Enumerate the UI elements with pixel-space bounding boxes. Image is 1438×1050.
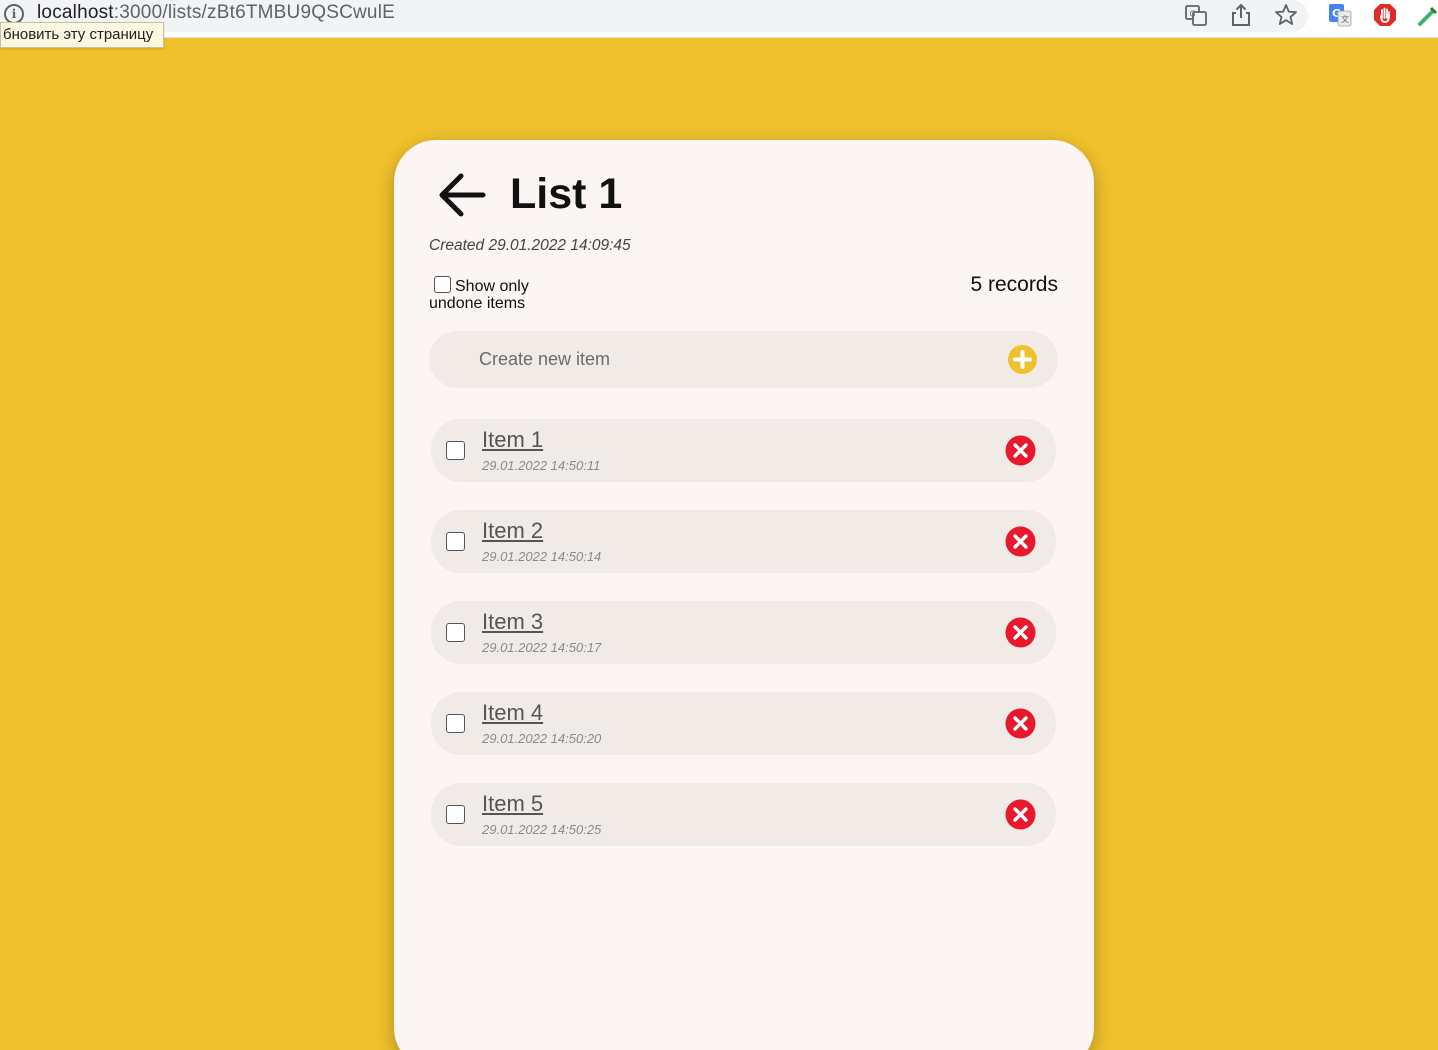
address-bar[interactable]: i localhost:3000/lists/zBt6TMBU9QSCwulE … xyxy=(0,0,1308,32)
site-info-icon[interactable]: i xyxy=(4,4,24,24)
google-translate-extension-icon[interactable]: G 文 xyxy=(1327,2,1353,28)
item-name-link[interactable]: Item 1 xyxy=(482,427,543,453)
item-date: 29.01.2022 14:50:11 xyxy=(482,458,601,473)
list-item: Item 1 29.01.2022 14:50:11 xyxy=(431,419,1056,482)
item-done-checkbox[interactable] xyxy=(446,714,465,733)
list-item: Item 3 29.01.2022 14:50:17 xyxy=(431,601,1056,664)
reload-tooltip: бновить эту страницу xyxy=(0,22,165,48)
item-date: 29.01.2022 14:50:14 xyxy=(482,549,602,564)
list-card: List 1 Created 29.01.2022 14:09:45 Show … xyxy=(394,140,1094,1050)
delete-x-circle-icon[interactable] xyxy=(1005,526,1036,557)
list-item: Item 4 29.01.2022 14:50:20 xyxy=(431,692,1056,755)
list-title: List 1 xyxy=(510,170,623,218)
adblock-extension-icon[interactable] xyxy=(1372,2,1398,28)
delete-x-circle-icon[interactable] xyxy=(1005,617,1036,648)
translate-page-icon[interactable]: G xyxy=(1183,2,1209,28)
list-item: Item 2 29.01.2022 14:50:14 xyxy=(431,510,1056,573)
item-done-checkbox[interactable] xyxy=(446,805,465,824)
item-date: 29.01.2022 14:50:17 xyxy=(482,640,602,655)
eyedropper-extension-icon[interactable] xyxy=(1416,2,1438,28)
item-name-link[interactable]: Item 4 xyxy=(482,700,543,726)
browser-toolbar: i localhost:3000/lists/zBt6TMBU9QSCwulE … xyxy=(0,0,1438,38)
undone-filter-checkbox[interactable] xyxy=(434,276,451,293)
item-done-checkbox[interactable] xyxy=(446,623,465,642)
delete-x-circle-icon[interactable] xyxy=(1005,708,1036,739)
delete-x-circle-icon[interactable] xyxy=(1005,435,1036,466)
item-name-link[interactable]: Item 3 xyxy=(482,609,543,635)
url-text[interactable]: localhost:3000/lists/zBt6TMBU9QSCwulE xyxy=(37,2,395,24)
svg-text:G: G xyxy=(1190,10,1196,19)
back-arrow-icon[interactable] xyxy=(437,172,487,218)
item-date: 29.01.2022 14:50:20 xyxy=(482,731,602,746)
share-icon[interactable] xyxy=(1228,2,1254,28)
new-item-bar xyxy=(429,331,1058,388)
undone-filter[interactable]: Show only undone items xyxy=(429,276,579,312)
list-item: Item 5 29.01.2022 14:50:25 xyxy=(431,783,1056,846)
list-created-date: Created 29.01.2022 14:09:45 xyxy=(429,237,631,254)
item-name-link[interactable]: Item 5 xyxy=(482,791,543,817)
svg-text:文: 文 xyxy=(1341,14,1349,24)
records-count: 5 records xyxy=(970,273,1058,296)
item-date: 29.01.2022 14:50:25 xyxy=(482,822,602,837)
item-done-checkbox[interactable] xyxy=(446,441,465,460)
delete-x-circle-icon[interactable] xyxy=(1005,799,1036,830)
item-done-checkbox[interactable] xyxy=(446,532,465,551)
items-list: Item 1 29.01.2022 14:50:11 Item 2 29.01.… xyxy=(431,419,1056,874)
item-name-link[interactable]: Item 2 xyxy=(482,518,543,544)
plus-circle-icon[interactable] xyxy=(1007,344,1038,375)
url-path: :3000/lists/zBt6TMBU9QSCwulE xyxy=(113,2,395,23)
bookmark-star-icon[interactable] xyxy=(1273,2,1299,28)
new-item-input[interactable] xyxy=(479,343,979,375)
url-host: localhost xyxy=(37,2,114,23)
